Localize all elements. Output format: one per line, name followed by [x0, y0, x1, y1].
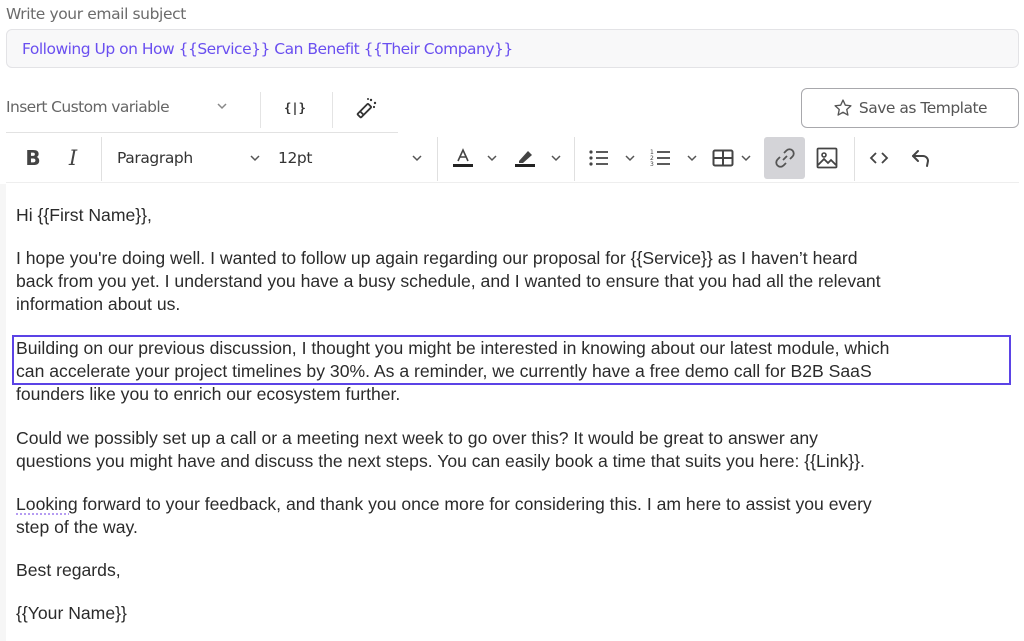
body-paragraph: Could we possibly set up a call or a mee…	[16, 428, 865, 471]
text-color-icon	[453, 148, 473, 167]
image-button[interactable]	[812, 133, 842, 183]
link-icon	[774, 148, 795, 168]
body-paragraph: founders like you to enrich our ecosyste…	[16, 384, 401, 404]
text-color-button[interactable]	[450, 133, 476, 183]
magic-wand-icon	[356, 98, 377, 119]
chevron-down-icon	[217, 103, 227, 110]
subject-label: Write your email subject	[6, 5, 186, 23]
body-paragraph: I hope you're doing well. I wanted to fo…	[16, 248, 881, 314]
italic-button[interactable]: I	[58, 133, 88, 183]
highlight-color-icon	[515, 151, 535, 167]
ai-magic-button[interactable]	[352, 95, 380, 123]
body-paragraph: Looking forward to your feedback, and th…	[16, 493, 1016, 539]
table-button[interactable]	[710, 133, 736, 183]
image-icon	[816, 147, 838, 169]
block-format-value: Paragraph	[117, 149, 193, 167]
save-as-template-button[interactable]: Save as Template	[801, 88, 1019, 128]
chevron-down-icon	[487, 155, 497, 162]
greeting-paragraph: Hi {{First Name}},	[16, 205, 152, 225]
highlight-color-button[interactable]	[512, 133, 538, 183]
numbered-list-dropdown[interactable]	[684, 133, 700, 183]
undo-button[interactable]	[908, 133, 934, 183]
divider	[101, 137, 102, 181]
chevron-down-icon	[250, 155, 260, 162]
chevron-down-icon	[741, 155, 751, 162]
table-icon	[712, 149, 734, 167]
insert-variable-label: Insert Custom variable	[6, 98, 170, 116]
source-code-button[interactable]	[866, 133, 892, 183]
highlight-color-dropdown[interactable]	[548, 133, 564, 183]
selected-paragraph[interactable]: Building on our previous discussion, I t…	[12, 335, 1011, 385]
divider	[332, 92, 333, 128]
signature-name: {{Your Name}}	[16, 603, 127, 623]
insert-variable-dropdown[interactable]: Insert Custom variable	[6, 98, 227, 116]
divider	[260, 92, 261, 128]
subject-input[interactable]	[6, 29, 1019, 68]
chevron-down-icon	[625, 155, 635, 162]
sign-off: Best regards,	[16, 560, 121, 580]
chevron-down-icon	[687, 155, 697, 162]
svg-text:3: 3	[650, 161, 654, 168]
variable-bar: Insert Custom variable {|}	[0, 88, 400, 130]
undo-icon	[912, 150, 930, 167]
chevron-down-icon	[551, 155, 561, 162]
closing-paragraph-text: forward to your feedback, and thank you …	[16, 494, 872, 537]
numbered-list-button[interactable]: 1 2 3	[648, 133, 674, 183]
bullet-list-dropdown[interactable]	[622, 133, 638, 183]
star-outline-icon	[834, 99, 852, 116]
numbered-list-icon: 1 2 3	[650, 149, 670, 168]
text-color-dropdown[interactable]	[484, 133, 500, 183]
bullet-list-button[interactable]	[586, 133, 612, 183]
source-code-icon	[869, 152, 889, 164]
divider	[437, 137, 438, 181]
link-button[interactable]	[764, 137, 805, 179]
email-body-editor[interactable]: Hi {{First Name}}, I hope you're doing w…	[6, 184, 1019, 641]
editor-toolbar: B I Paragraph 12pt 1 2 3	[6, 133, 1019, 183]
divider	[574, 137, 575, 181]
insert-variable-braces-button[interactable]: {|}	[280, 95, 310, 121]
save-as-template-label: Save as Template	[858, 99, 988, 117]
bullet-list-icon	[589, 150, 608, 166]
block-format-dropdown[interactable]: Paragraph	[117, 133, 262, 183]
divider	[854, 137, 855, 181]
misspelled-word[interactable]: Looking	[16, 494, 78, 514]
font-size-value: 12pt	[278, 149, 313, 167]
chevron-down-icon	[412, 155, 422, 162]
bold-button[interactable]: B	[18, 133, 48, 183]
font-size-dropdown[interactable]: 12pt	[278, 133, 428, 183]
table-dropdown[interactable]	[738, 133, 754, 183]
